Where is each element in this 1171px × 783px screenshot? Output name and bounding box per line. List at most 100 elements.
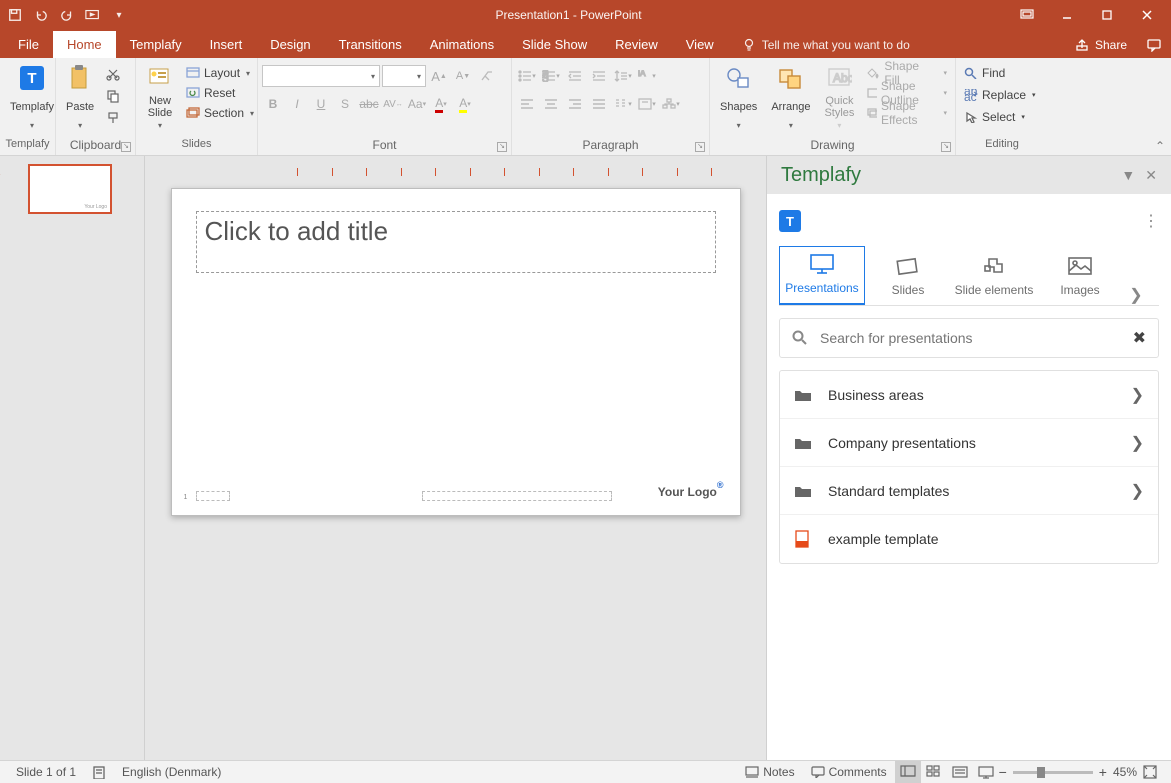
tab-file[interactable]: File <box>4 31 53 58</box>
notes-button[interactable]: Notes <box>737 761 802 783</box>
zoom-in-icon[interactable]: + <box>1099 764 1107 780</box>
clipboard-dialog-icon[interactable]: ↘ <box>121 142 131 152</box>
decrease-indent-icon[interactable] <box>564 65 586 87</box>
shadow-icon[interactable]: S <box>334 93 356 115</box>
clear-formatting-icon[interactable] <box>476 65 498 87</box>
tab-slideshow[interactable]: Slide Show <box>508 31 601 58</box>
tab-animations[interactable]: Animations <box>416 31 508 58</box>
share-button[interactable]: Share <box>1065 32 1137 58</box>
quick-styles-button[interactable]: Abc Quick Styles ▾ <box>818 61 860 133</box>
tab-design[interactable]: Design <box>256 31 324 58</box>
copy-icon[interactable] <box>102 85 124 107</box>
paragraph-dialog-icon[interactable]: ↘ <box>695 142 705 152</box>
font-color-icon[interactable]: A▾ <box>430 93 452 115</box>
font-dialog-icon[interactable]: ↘ <box>497 142 507 152</box>
slideshow-icon[interactable] <box>84 6 102 24</box>
templafy-button[interactable]: T Templafy ▾ <box>4 61 60 133</box>
minimize-icon[interactable] <box>1049 0 1085 30</box>
maximize-icon[interactable] <box>1089 0 1125 30</box>
align-text-icon[interactable]: ▾ <box>636 93 658 115</box>
text-direction-icon[interactable]: ᴵᴬ▾ <box>636 65 658 87</box>
columns-icon[interactable]: ▾ <box>612 93 634 115</box>
change-case-icon[interactable]: Aa▾ <box>406 93 428 115</box>
panel-tab-images[interactable]: Images <box>1037 249 1123 305</box>
line-spacing-icon[interactable]: ▾ <box>612 65 634 87</box>
italic-icon[interactable]: I <box>286 93 308 115</box>
char-spacing-icon[interactable]: AV↔ <box>382 93 404 115</box>
smartart-icon[interactable]: ▾ <box>660 93 682 115</box>
align-right-icon[interactable] <box>564 93 586 115</box>
align-left-icon[interactable] <box>516 93 538 115</box>
panel-tab-slides[interactable]: Slides <box>865 249 951 305</box>
format-painter-icon[interactable] <box>102 107 124 129</box>
zoom-out-icon[interactable]: − <box>999 764 1007 780</box>
select-button[interactable]: Select▾ <box>960 107 1029 127</box>
bullets-icon[interactable]: ▾ <box>516 65 538 87</box>
panel-tab-presentations[interactable]: Presentations <box>779 246 865 305</box>
section-button[interactable]: Section▾ <box>182 103 258 123</box>
reading-view-icon[interactable] <box>947 761 973 783</box>
panel-tab-elements[interactable]: Slide elements <box>951 249 1037 305</box>
redo-icon[interactable] <box>58 6 76 24</box>
save-icon[interactable] <box>6 6 24 24</box>
list-item[interactable]: Business areas ❯ <box>780 371 1158 419</box>
zoom-level[interactable]: 45% <box>1113 765 1137 779</box>
strikethrough-icon[interactable]: abc <box>358 93 380 115</box>
footer-placeholder[interactable] <box>422 491 612 501</box>
new-slide-button[interactable]: New Slide ▾ <box>140 61 180 133</box>
decrease-font-icon[interactable]: A▼ <box>452 65 474 87</box>
close-icon[interactable] <box>1129 0 1165 30</box>
search-box[interactable]: ✖ <box>779 318 1159 358</box>
replace-button[interactable]: abacReplace▾ <box>960 85 1040 105</box>
spellcheck-icon[interactable] <box>84 761 114 783</box>
cut-icon[interactable] <box>102 63 124 85</box>
search-clear-icon[interactable]: ✖ <box>1133 328 1146 348</box>
fit-window-icon[interactable] <box>1137 761 1163 783</box>
tab-review[interactable]: Review <box>601 31 672 58</box>
normal-view-icon[interactable] <box>895 761 921 783</box>
list-item[interactable]: Standard templates ❯ <box>780 467 1158 515</box>
tab-home[interactable]: Home <box>53 31 116 58</box>
comments-button[interactable]: Comments <box>803 761 895 783</box>
sorter-view-icon[interactable] <box>921 761 947 783</box>
slide[interactable]: Click to add title 1 Your Logo® <box>171 188 741 516</box>
undo-icon[interactable] <box>32 6 50 24</box>
tab-view[interactable]: View <box>672 31 728 58</box>
list-item[interactable]: Company presentations ❯ <box>780 419 1158 467</box>
font-name-box[interactable]: ▾ <box>262 65 380 87</box>
slide-counter[interactable]: Slide 1 of 1 <box>8 761 84 783</box>
paste-button[interactable]: Paste ▾ <box>60 61 100 133</box>
increase-indent-icon[interactable] <box>588 65 610 87</box>
bold-icon[interactable]: B <box>262 93 284 115</box>
list-item[interactable]: example template <box>780 515 1158 563</box>
panel-close-icon[interactable]: ✕ <box>1145 167 1157 184</box>
search-input[interactable] <box>820 330 1133 346</box>
underline-icon[interactable]: U <box>310 93 332 115</box>
tab-transitions[interactable]: Transitions <box>325 31 416 58</box>
language-button[interactable]: English (Denmark) <box>114 761 229 783</box>
title-placeholder[interactable]: Click to add title <box>196 211 716 273</box>
ribbon-display-icon[interactable] <box>1009 0 1045 30</box>
justify-icon[interactable] <box>588 93 610 115</box>
panel-menu-icon[interactable]: ⋮ <box>1143 211 1159 231</box>
collapse-ribbon-icon[interactable]: ⌃ <box>1155 139 1165 153</box>
highlight-icon[interactable]: A▾ <box>454 93 476 115</box>
font-size-input[interactable] <box>387 70 417 82</box>
qat-more-icon[interactable]: ▾ <box>110 6 128 24</box>
panel-tabs-more-icon[interactable]: ❯ <box>1123 285 1149 305</box>
shapes-button[interactable]: Shapes ▾ <box>714 61 763 133</box>
align-center-icon[interactable] <box>540 93 562 115</box>
arrange-button[interactable]: Arrange ▾ <box>765 61 816 133</box>
shape-effects-button[interactable]: Shape Effects▾ <box>862 103 951 123</box>
layout-button[interactable]: Layout▾ <box>182 63 258 83</box>
tellme[interactable]: Tell me what you want to do <box>734 32 918 58</box>
comments-icon[interactable] <box>1137 32 1171 58</box>
font-size-box[interactable]: ▾ <box>382 65 426 87</box>
font-name-input[interactable] <box>267 70 371 82</box>
slideshow-view-icon[interactable] <box>973 761 999 783</box>
increase-font-icon[interactable]: A▲ <box>428 65 450 87</box>
tab-insert[interactable]: Insert <box>196 31 257 58</box>
drawing-dialog-icon[interactable]: ↘ <box>941 142 951 152</box>
reset-button[interactable]: Reset <box>182 83 258 103</box>
numbering-icon[interactable]: 123▾ <box>540 65 562 87</box>
